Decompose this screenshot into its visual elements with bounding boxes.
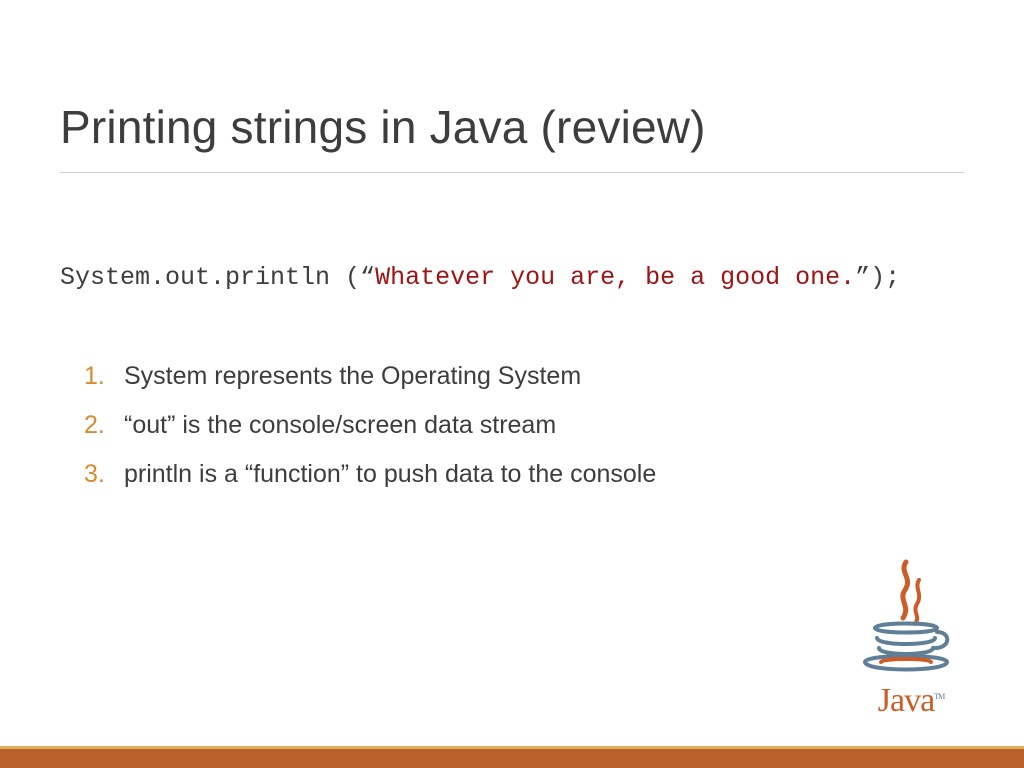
java-logo: JavaTM bbox=[846, 554, 966, 720]
java-cup-icon bbox=[851, 554, 961, 684]
bottom-accent-bar bbox=[0, 746, 1024, 768]
java-logo-text: JavaTM bbox=[878, 682, 934, 720]
code-prefix: System.out.println (“ bbox=[60, 263, 375, 292]
java-word: Java bbox=[878, 682, 934, 719]
slide: Printing strings in Java (review) System… bbox=[0, 0, 1024, 768]
numbered-list: System represents the Operating System “… bbox=[60, 362, 964, 489]
code-example: System.out.println (“Whatever you are, b… bbox=[60, 263, 964, 292]
list-item: “out” is the console/screen data stream bbox=[84, 411, 964, 440]
slide-title: Printing strings in Java (review) bbox=[60, 100, 964, 154]
title-divider bbox=[60, 172, 964, 173]
code-suffix: ”); bbox=[855, 263, 900, 292]
list-item: println is a “function” to push data to … bbox=[84, 460, 964, 489]
java-tm: TM bbox=[934, 692, 944, 701]
list-item: System represents the Operating System bbox=[84, 362, 964, 391]
code-string-literal: Whatever you are, be a good one. bbox=[375, 263, 855, 292]
